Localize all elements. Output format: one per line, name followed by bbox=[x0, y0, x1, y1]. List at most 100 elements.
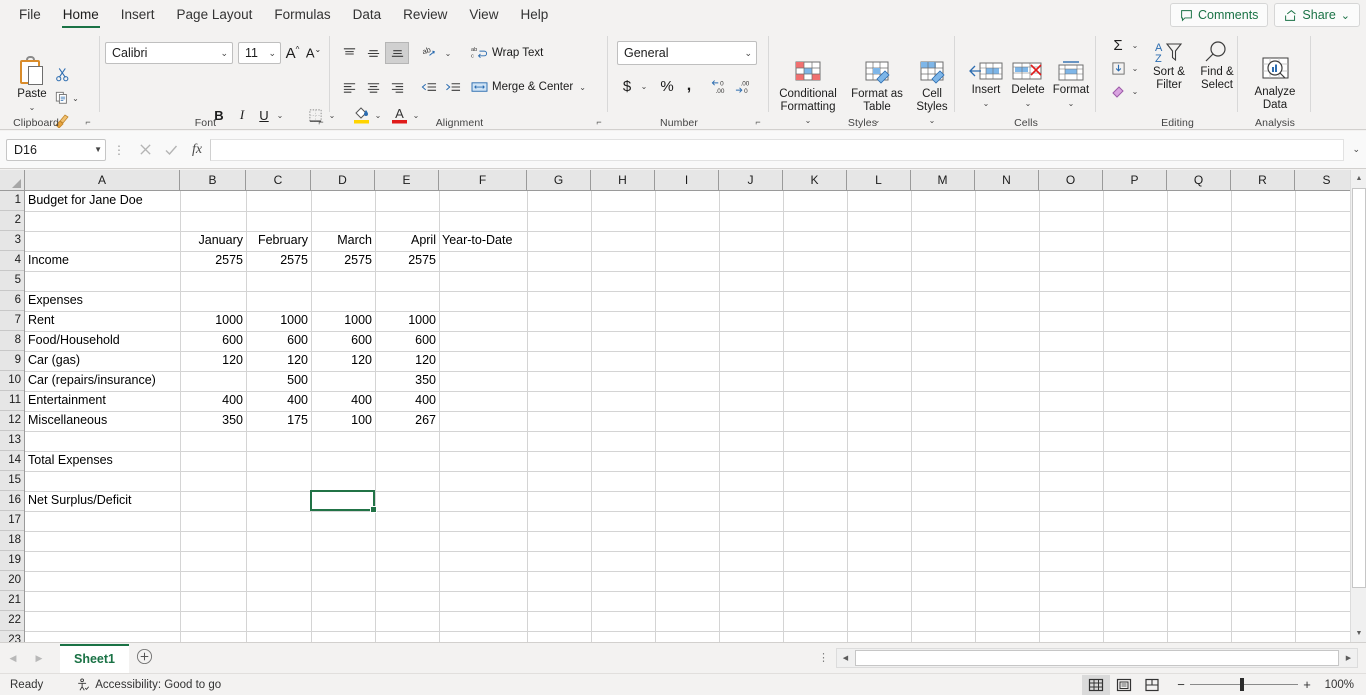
cell-C8[interactable]: 600 bbox=[246, 331, 311, 351]
column-header-P[interactable]: P bbox=[1103, 170, 1167, 190]
column-header-R[interactable]: R bbox=[1231, 170, 1295, 190]
wrap-text-button[interactable]: ab c Wrap Text bbox=[471, 42, 543, 64]
shrink-font-button[interactable]: A⌄ bbox=[303, 42, 324, 64]
row-header-11[interactable]: 11 bbox=[0, 391, 24, 411]
zoom-out-button[interactable]: − bbox=[1172, 677, 1190, 692]
chevron-down-icon[interactable]: ⌄ bbox=[1025, 97, 1032, 110]
decrease-decimal-button[interactable]: 0 .00 bbox=[709, 74, 733, 98]
cell-E4[interactable]: 2575 bbox=[375, 251, 439, 271]
orientation-dropdown[interactable]: ⌄ bbox=[441, 42, 455, 64]
cell-D9[interactable]: 120 bbox=[311, 351, 375, 371]
autosum-button[interactable]: Σ bbox=[1107, 34, 1129, 56]
increase-indent-button[interactable] bbox=[441, 76, 465, 98]
page-layout-view-button[interactable] bbox=[1110, 675, 1138, 695]
comma-button[interactable]: , bbox=[678, 74, 700, 98]
cell-B8[interactable]: 600 bbox=[180, 331, 246, 351]
column-header-B[interactable]: B bbox=[180, 170, 246, 190]
page-break-view-button[interactable] bbox=[1138, 675, 1166, 695]
font-name-combo[interactable]: Calibri ⌄ bbox=[105, 42, 233, 64]
align-middle-button[interactable] bbox=[361, 42, 385, 64]
cell-A7[interactable]: Rent bbox=[25, 311, 57, 331]
row-header-2[interactable]: 2 bbox=[0, 211, 24, 231]
paste-button[interactable]: Paste ⌄ bbox=[10, 56, 54, 114]
column-header-I[interactable]: I bbox=[655, 170, 719, 190]
cell-A12[interactable]: Miscellaneous bbox=[25, 411, 110, 431]
column-header-E[interactable]: E bbox=[375, 170, 439, 190]
align-right-button[interactable] bbox=[385, 76, 409, 98]
row-header-16[interactable]: 16 bbox=[0, 491, 24, 511]
ribbon-tab-page-layout[interactable]: Page Layout bbox=[166, 0, 264, 30]
chevron-down-icon[interactable]: ⌄ bbox=[983, 97, 990, 110]
zoom-track[interactable] bbox=[1190, 678, 1298, 691]
cell-D4[interactable]: 2575 bbox=[311, 251, 375, 271]
cell-C11[interactable]: 400 bbox=[246, 391, 311, 411]
chevron-down-icon[interactable]: ⌄ bbox=[1068, 97, 1075, 110]
cell-E8[interactable]: 600 bbox=[375, 331, 439, 351]
scroll-left-button[interactable]: ◀ bbox=[837, 649, 854, 667]
chevron-down-icon[interactable]: ⌄ bbox=[579, 83, 586, 92]
zoom-slider[interactable]: − + bbox=[1172, 677, 1316, 692]
fill-button[interactable] bbox=[1107, 57, 1129, 79]
ribbon-tab-data[interactable]: Data bbox=[342, 0, 393, 30]
row-header-19[interactable]: 19 bbox=[0, 551, 24, 571]
currency-dropdown[interactable]: ⌄ bbox=[637, 74, 651, 98]
number-format-combo[interactable]: General ⌄ bbox=[617, 41, 757, 65]
merge-center-button[interactable]: Merge & Center ⌄ bbox=[471, 76, 586, 98]
column-header-Q[interactable]: Q bbox=[1167, 170, 1231, 190]
ribbon-tab-help[interactable]: Help bbox=[509, 0, 559, 30]
cell-B7[interactable]: 1000 bbox=[180, 311, 246, 331]
cell-C3[interactable]: February bbox=[246, 231, 311, 251]
align-bottom-button[interactable] bbox=[385, 42, 409, 64]
row-header-22[interactable]: 22 bbox=[0, 611, 24, 631]
cell-A11[interactable]: Entertainment bbox=[25, 391, 109, 411]
increase-decimal-button[interactable]: .00 0 bbox=[733, 74, 757, 98]
cell-D3[interactable]: March bbox=[311, 231, 375, 251]
row-header-1[interactable]: 1 bbox=[0, 191, 24, 211]
chevron-down-icon[interactable]: ⌄ bbox=[29, 101, 36, 114]
grow-font-button[interactable]: A^ bbox=[282, 42, 303, 64]
column-header-N[interactable]: N bbox=[975, 170, 1039, 190]
format-cells-button[interactable]: Format ⌄ bbox=[1049, 60, 1093, 110]
cell-C9[interactable]: 120 bbox=[246, 351, 311, 371]
share-button[interactable]: Share ⌄ bbox=[1274, 3, 1360, 27]
cell-A10[interactable]: Car (repairs/insurance) bbox=[25, 371, 159, 391]
cell-E7[interactable]: 1000 bbox=[375, 311, 439, 331]
row-header-21[interactable]: 21 bbox=[0, 591, 24, 611]
confirm-entry-button[interactable] bbox=[158, 139, 184, 161]
align-center-button[interactable] bbox=[361, 76, 385, 98]
previous-sheet-button[interactable]: ◀ bbox=[0, 653, 26, 664]
row-header-7[interactable]: 7 bbox=[0, 311, 24, 331]
cell-F3[interactable]: Year-to-Date bbox=[439, 231, 515, 251]
cell-E3[interactable]: April bbox=[375, 231, 439, 251]
column-header-L[interactable]: L bbox=[847, 170, 911, 190]
next-sheet-button[interactable]: ▶ bbox=[26, 653, 52, 664]
analyze-data-button[interactable]: Analyze Data bbox=[1245, 56, 1305, 112]
cell-E9[interactable]: 120 bbox=[375, 351, 439, 371]
column-header-D[interactable]: D bbox=[311, 170, 375, 190]
zoom-level[interactable]: 100% bbox=[1322, 679, 1366, 691]
column-header-O[interactable]: O bbox=[1039, 170, 1103, 190]
row-header-17[interactable]: 17 bbox=[0, 511, 24, 531]
cell-E12[interactable]: 267 bbox=[375, 411, 439, 431]
row-header-9[interactable]: 9 bbox=[0, 351, 24, 371]
vertical-scroll-thumb[interactable] bbox=[1352, 188, 1366, 588]
cell-B9[interactable]: 120 bbox=[180, 351, 246, 371]
row-header-10[interactable]: 10 bbox=[0, 371, 24, 391]
column-header-K[interactable]: K bbox=[783, 170, 847, 190]
chevron-down-icon[interactable]: ⌄ bbox=[740, 48, 752, 59]
ribbon-tab-file[interactable]: File bbox=[8, 0, 52, 30]
scroll-up-button[interactable]: ▲ bbox=[1351, 170, 1366, 187]
row-header-20[interactable]: 20 bbox=[0, 571, 24, 591]
font-size-combo[interactable]: 11 ⌄ bbox=[238, 42, 281, 64]
currency-button[interactable]: $ bbox=[617, 74, 637, 98]
scroll-right-button[interactable]: ▶ bbox=[1340, 649, 1357, 667]
align-top-button[interactable] bbox=[337, 42, 361, 64]
cell-A8[interactable]: Food/Household bbox=[25, 331, 123, 351]
name-box[interactable]: D16 ▼ bbox=[6, 138, 106, 161]
number-dialog-launcher[interactable]: ⌐ bbox=[752, 116, 764, 128]
scroll-down-button[interactable]: ▼ bbox=[1351, 625, 1366, 642]
cancel-entry-button[interactable] bbox=[132, 139, 158, 161]
row-header-8[interactable]: 8 bbox=[0, 331, 24, 351]
column-header-G[interactable]: G bbox=[527, 170, 591, 190]
cell-A16[interactable]: Net Surplus/Deficit bbox=[25, 491, 135, 511]
